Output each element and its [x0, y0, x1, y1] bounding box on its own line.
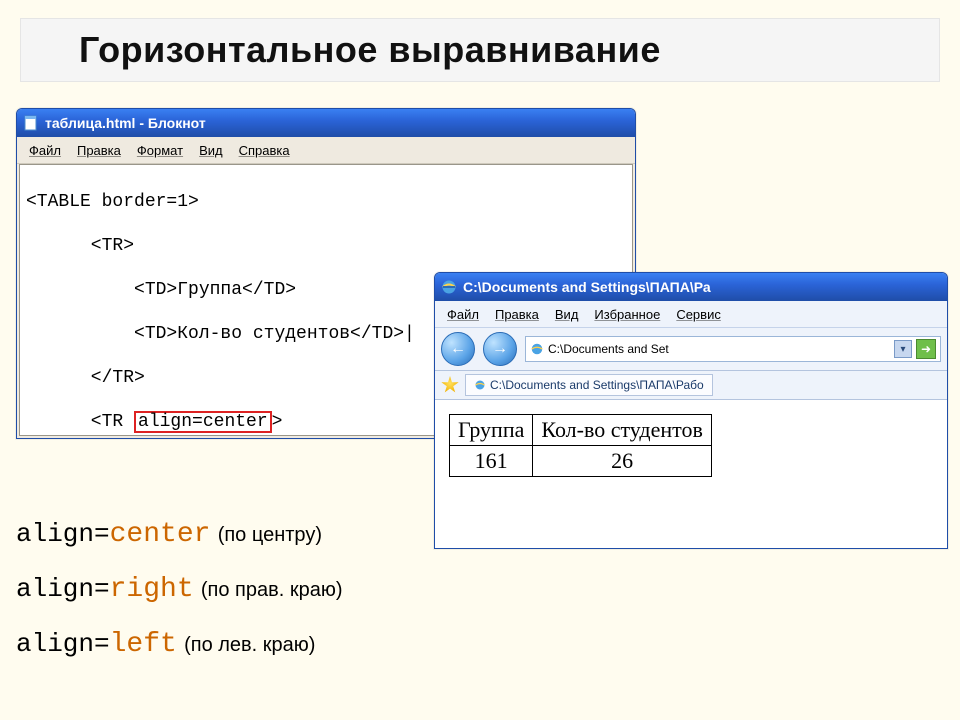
code-line: <TABLE border=1> [26, 191, 626, 213]
ie-menu-favorites[interactable]: Избранное [588, 305, 666, 324]
legend-item: align=right (по прав. краю) [16, 561, 343, 616]
menu-file[interactable]: Файл [23, 141, 67, 160]
legend-item: align=left (по лев. краю) [16, 616, 343, 671]
table-header-cell: Кол-во студентов [533, 415, 711, 446]
back-button[interactable]: ← [441, 332, 475, 366]
ie-icon [441, 279, 457, 295]
table-cell: 161 [450, 446, 533, 477]
favorites-star-icon[interactable] [441, 376, 459, 394]
legend-attr: align= [16, 519, 110, 549]
notepad-icon [23, 115, 39, 131]
tab-label: C:\Documents and Settings\ПАПА\Рабо [490, 378, 704, 392]
code-fragment: <TR [26, 412, 134, 432]
ie-tab[interactable]: C:\Documents and Settings\ПАПА\Рабо [465, 374, 713, 396]
ie-menu-tools[interactable]: Сервис [670, 305, 727, 324]
table-row: 161 26 [450, 446, 712, 477]
ie-menubar[interactable]: Файл Правка Вид Избранное Сервис [435, 301, 947, 328]
table-header-cell: Группа [450, 415, 533, 446]
notepad-menubar[interactable]: Файл Правка Формат Вид Справка [17, 137, 635, 164]
demo-table: Группа Кол-во студентов 161 26 [449, 414, 712, 477]
slide-heading-text: Горизонтальное выравнивание [79, 29, 661, 71]
legend-attr: align= [16, 574, 110, 604]
menu-format[interactable]: Формат [131, 141, 189, 160]
arrow-left-icon: ← [450, 340, 466, 358]
legend-val: right [110, 574, 194, 605]
align-legend: align=center (по центру) align=right (по… [16, 506, 343, 671]
ie-content: Группа Кол-во студентов 161 26 [435, 400, 947, 548]
legend-val: center [110, 519, 211, 550]
legend-item: align=center (по центру) [16, 506, 343, 561]
ie-window: C:\Documents and Settings\ПАПА\Ра Файл П… [434, 272, 948, 549]
forward-button[interactable]: → [483, 332, 517, 366]
address-dropdown-button[interactable]: ▾ [894, 340, 912, 358]
arrow-right-icon: ➜ [921, 342, 931, 356]
arrow-right-icon: → [492, 340, 508, 358]
highlight-align-center: align=center [134, 411, 272, 433]
legend-val: left [110, 629, 177, 660]
ie-title-text: C:\Documents and Settings\ПАПА\Ра [463, 279, 711, 295]
legend-desc: (по прав. краю) [201, 579, 343, 601]
ie-menu-file[interactable]: Файл [441, 305, 485, 324]
menu-edit[interactable]: Правка [71, 141, 127, 160]
notepad-title-text: таблица.html - Блокнот [45, 115, 206, 131]
slide-heading: Горизонтальное выравнивание [20, 18, 940, 82]
ie-menu-edit[interactable]: Правка [489, 305, 545, 324]
go-button[interactable]: ➜ [916, 339, 936, 359]
address-bar[interactable]: C:\Documents and Set ▾ ➜ [525, 336, 941, 362]
menu-help[interactable]: Справка [233, 141, 296, 160]
ie-menu-view[interactable]: Вид [549, 305, 585, 324]
address-text: C:\Documents and Set [548, 342, 890, 356]
code-fragment: > [272, 412, 283, 432]
legend-desc: (по лев. краю) [184, 634, 315, 656]
page-icon [530, 342, 544, 356]
page-icon [474, 379, 486, 391]
menu-view[interactable]: Вид [193, 141, 229, 160]
ie-tabbar: C:\Documents and Settings\ПАПА\Рабо [435, 371, 947, 400]
legend-desc: (по центру) [218, 524, 322, 546]
code-line: <TR> [26, 235, 626, 257]
table-cell: 26 [533, 446, 711, 477]
table-row: Группа Кол-во студентов [450, 415, 712, 446]
ie-toolbar: ← → C:\Documents and Set ▾ ➜ [435, 328, 947, 371]
notepad-titlebar[interactable]: таблица.html - Блокнот [17, 109, 635, 137]
ie-titlebar[interactable]: C:\Documents and Settings\ПАПА\Ра [435, 273, 947, 301]
chevron-down-icon: ▾ [900, 344, 905, 355]
legend-attr: align= [16, 629, 110, 659]
